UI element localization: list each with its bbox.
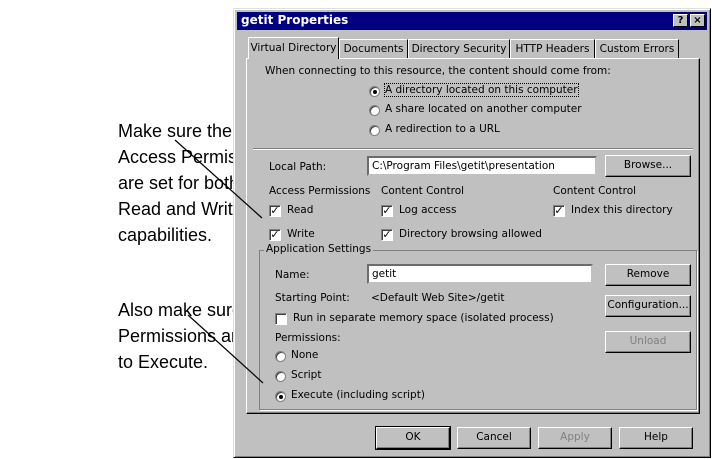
separate-memory-label[interactable]: Run in separate memory space (isolated p…	[293, 312, 554, 324]
tab-custom-errors[interactable]: Custom Errors	[595, 39, 679, 58]
help-button[interactable]: Help	[619, 427, 693, 449]
dir-browsing-label[interactable]: Directory browsing allowed	[399, 228, 542, 240]
read-label[interactable]: Read	[287, 204, 313, 216]
divider	[253, 148, 693, 150]
name-label: Name:	[275, 269, 310, 281]
name-input[interactable]: getit	[367, 264, 593, 284]
ok-button[interactable]: OK	[375, 426, 451, 450]
local-path-input[interactable]: C:\Program Files\getit\presentation	[367, 156, 597, 176]
radio-permission-execute[interactable]	[275, 391, 286, 402]
remove-button[interactable]: Remove	[605, 264, 691, 286]
cancel-button[interactable]: Cancel	[457, 427, 531, 449]
apply-button[interactable]: Apply	[538, 427, 612, 449]
close-icon[interactable]: ×	[690, 14, 705, 27]
dir-browsing-checkbox[interactable]: ✓	[381, 229, 393, 241]
radio-permission-none[interactable]	[275, 351, 286, 362]
dialog-title: getit Properties	[241, 13, 349, 27]
local-path-label: Local Path:	[269, 161, 327, 173]
radio-local-directory-label[interactable]: A directory located on this computer	[384, 83, 579, 97]
app-settings-header: Application Settings	[264, 243, 374, 255]
content-control-header-right: Content Control	[553, 185, 637, 197]
content-control-header: Content Control	[381, 185, 465, 197]
tab-virtual-directory[interactable]: Virtual Directory	[248, 37, 339, 59]
radio-redirect-url[interactable]	[369, 125, 380, 136]
index-label[interactable]: Index this directory	[571, 204, 673, 216]
radio-permission-script[interactable]	[275, 371, 286, 382]
access-permissions-header: Access Permissions	[269, 185, 371, 197]
help-title-button[interactable]: ?	[673, 14, 688, 27]
title-bar[interactable]: getit Properties ? ×	[237, 12, 707, 30]
permissions-label: Permissions:	[275, 332, 341, 344]
write-label[interactable]: Write	[287, 228, 315, 240]
radio-redirect-url-label[interactable]: A redirection to a URL	[385, 123, 500, 135]
tab-http-headers[interactable]: HTTP Headers	[510, 39, 595, 58]
starting-point-label: Starting Point:	[275, 292, 350, 304]
separate-memory-checkbox[interactable]	[275, 313, 287, 325]
log-access-label[interactable]: Log access	[399, 204, 456, 216]
permission-execute-label[interactable]: Execute (including script)	[291, 389, 425, 401]
radio-network-share-label[interactable]: A share located on another computer	[385, 103, 582, 115]
properties-dialog: getit Properties ? × Virtual Directory D…	[233, 8, 711, 458]
index-checkbox[interactable]: ✓	[553, 205, 565, 217]
configuration-button[interactable]: Configuration...	[605, 295, 691, 317]
tab-directory-security[interactable]: Directory Security	[408, 39, 510, 58]
permission-none-label[interactable]: None	[291, 349, 318, 361]
browse-button[interactable]: Browse...	[605, 155, 691, 177]
starting-point-value: <Default Web Site>/getit	[371, 292, 505, 304]
tab-documents[interactable]: Documents	[339, 39, 408, 58]
unload-button[interactable]: Unload	[605, 331, 691, 353]
radio-local-directory[interactable]	[369, 86, 380, 97]
radio-network-share[interactable]	[369, 105, 380, 116]
permission-script-label[interactable]: Script	[291, 369, 321, 381]
tab-panel: When connecting to this resource, the co…	[246, 58, 700, 414]
connection-prompt: When connecting to this resource, the co…	[265, 65, 611, 77]
log-access-checkbox[interactable]: ✓	[381, 205, 393, 217]
read-checkbox[interactable]: ✓	[269, 205, 281, 217]
write-checkbox[interactable]: ✓	[269, 229, 281, 241]
